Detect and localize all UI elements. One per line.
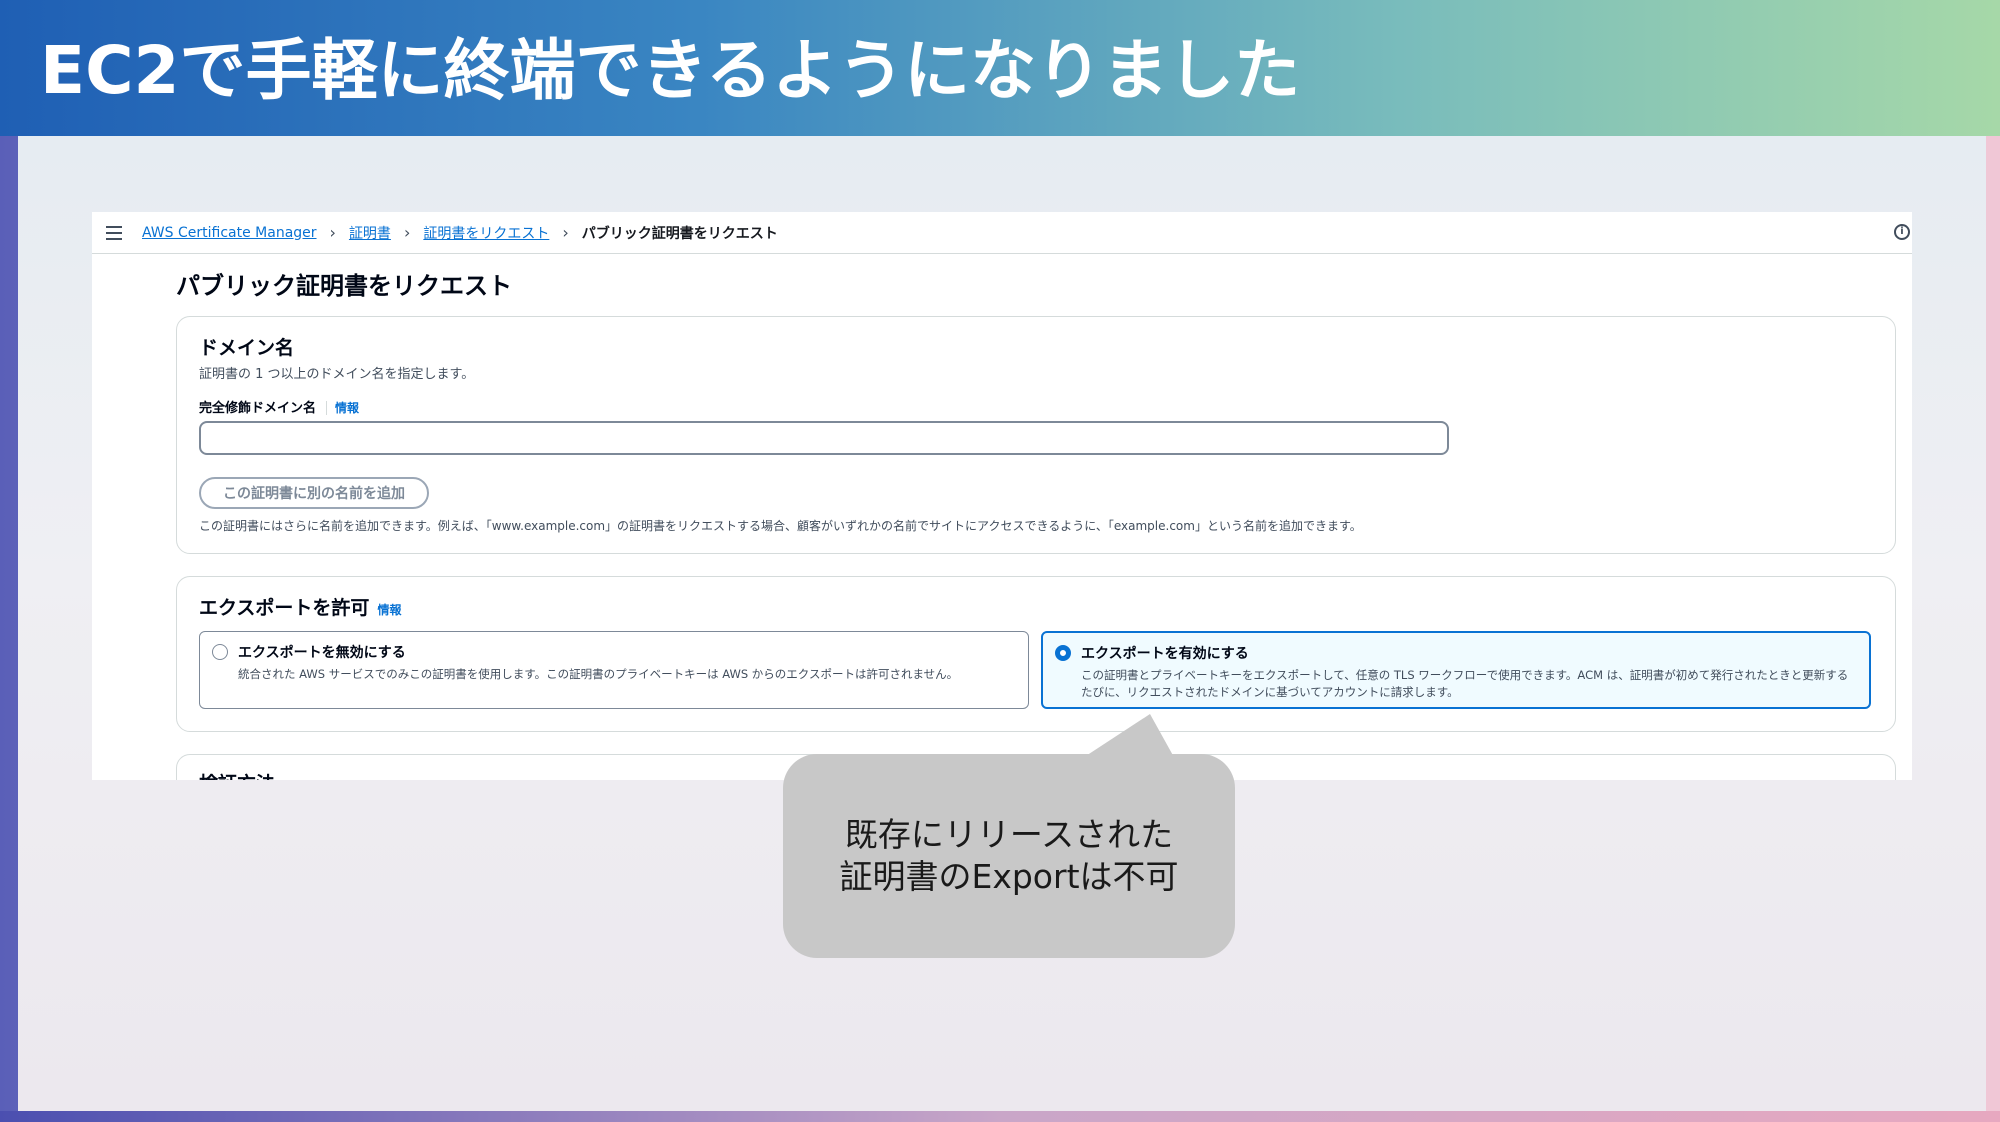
breadcrumb-certificates[interactable]: 証明書 xyxy=(349,223,391,243)
radio-unselected-icon[interactable] xyxy=(212,644,228,660)
breadcrumb-current: パブリック証明書をリクエスト xyxy=(581,225,778,242)
enable-export-option[interactable]: エクスポートを有効にする この証明書とプライベートキーをエクスポートして、任意の… xyxy=(1041,631,1871,709)
disable-export-label: エクスポートを無効にする xyxy=(238,645,406,661)
fqdn-label: 完全修飾ドメイン名 情報 xyxy=(199,397,360,416)
disable-export-option[interactable]: エクスポートを無効にする 統合された AWS サービスでのみこの証明書を使用しま… xyxy=(199,631,1029,709)
add-another-name-button[interactable]: この証明書に別の名前を追加 xyxy=(199,477,429,509)
page-title: パブリック証明書をリクエスト xyxy=(176,272,512,300)
chevron-right-icon: › xyxy=(329,223,336,242)
export-info-link[interactable]: 情報 xyxy=(377,603,401,617)
fqdn-input[interactable] xyxy=(199,421,1449,455)
allow-export-card: エクスポートを許可 情報 エクスポートを無効にする 統合された AWS サービスで… xyxy=(176,576,1896,732)
export-section-title-text: エクスポートを許可 xyxy=(199,597,370,619)
add-name-hint: この証明書にはさらに名前を追加できます。例えば、「www.example.com… xyxy=(199,519,1362,533)
callout-bubble: 既存にリリースされた 証明書のExportは不可 xyxy=(783,754,1235,958)
domain-name-card: ドメイン名 証明書の 1 つ以上のドメイン名を指定します。 完全修飾ドメイン名情… xyxy=(176,316,1896,554)
acm-console-screenshot: AWS Certificate Manager › 証明書 › 証明書をリクエス… xyxy=(92,212,1912,780)
slide-title: EC2で手軽に終端できるようになりました xyxy=(40,32,1301,109)
info-icon[interactable]: i xyxy=(1894,224,1910,240)
export-section-title: エクスポートを許可 情報 xyxy=(199,593,401,620)
chevron-right-icon: › xyxy=(403,223,411,242)
chevron-right-icon: › xyxy=(562,223,569,242)
menu-icon[interactable] xyxy=(106,225,122,240)
domain-section-description: 証明書の 1 つ以上のドメイン名を指定します。 xyxy=(199,367,475,382)
domain-section-title: ドメイン名 xyxy=(199,337,295,359)
validation-section-title: 検証方法 xyxy=(199,769,275,780)
callout-line-1: 既存にリリースされた xyxy=(844,815,1174,854)
breadcrumb-acm[interactable]: AWS Certificate Manager xyxy=(142,225,317,241)
callout-line-2: 証明書のExportは不可 xyxy=(839,857,1179,896)
disable-export-description: 統合された AWS サービスでのみこの証明書を使用します。この証明書のプライベー… xyxy=(238,667,959,681)
enable-export-label: エクスポートを有効にする xyxy=(1081,646,1249,662)
fqdn-label-text: 完全修飾ドメイン名 xyxy=(199,401,317,416)
radio-selected-icon[interactable] xyxy=(1055,645,1071,661)
breadcrumb-request-certificate[interactable]: 証明書をリクエスト xyxy=(423,223,549,243)
breadcrumb: AWS Certificate Manager › 証明書 › 証明書をリクエス… xyxy=(142,223,778,243)
fqdn-info-link[interactable]: 情報 xyxy=(326,401,360,415)
console-top-bar: AWS Certificate Manager › 証明書 › 証明書をリクエス… xyxy=(92,212,1912,254)
bottom-strip xyxy=(0,1111,2000,1122)
enable-export-description: この証明書とプライベートキーをエクスポートして、任意の TLS ワークフローで使… xyxy=(1081,668,1849,699)
